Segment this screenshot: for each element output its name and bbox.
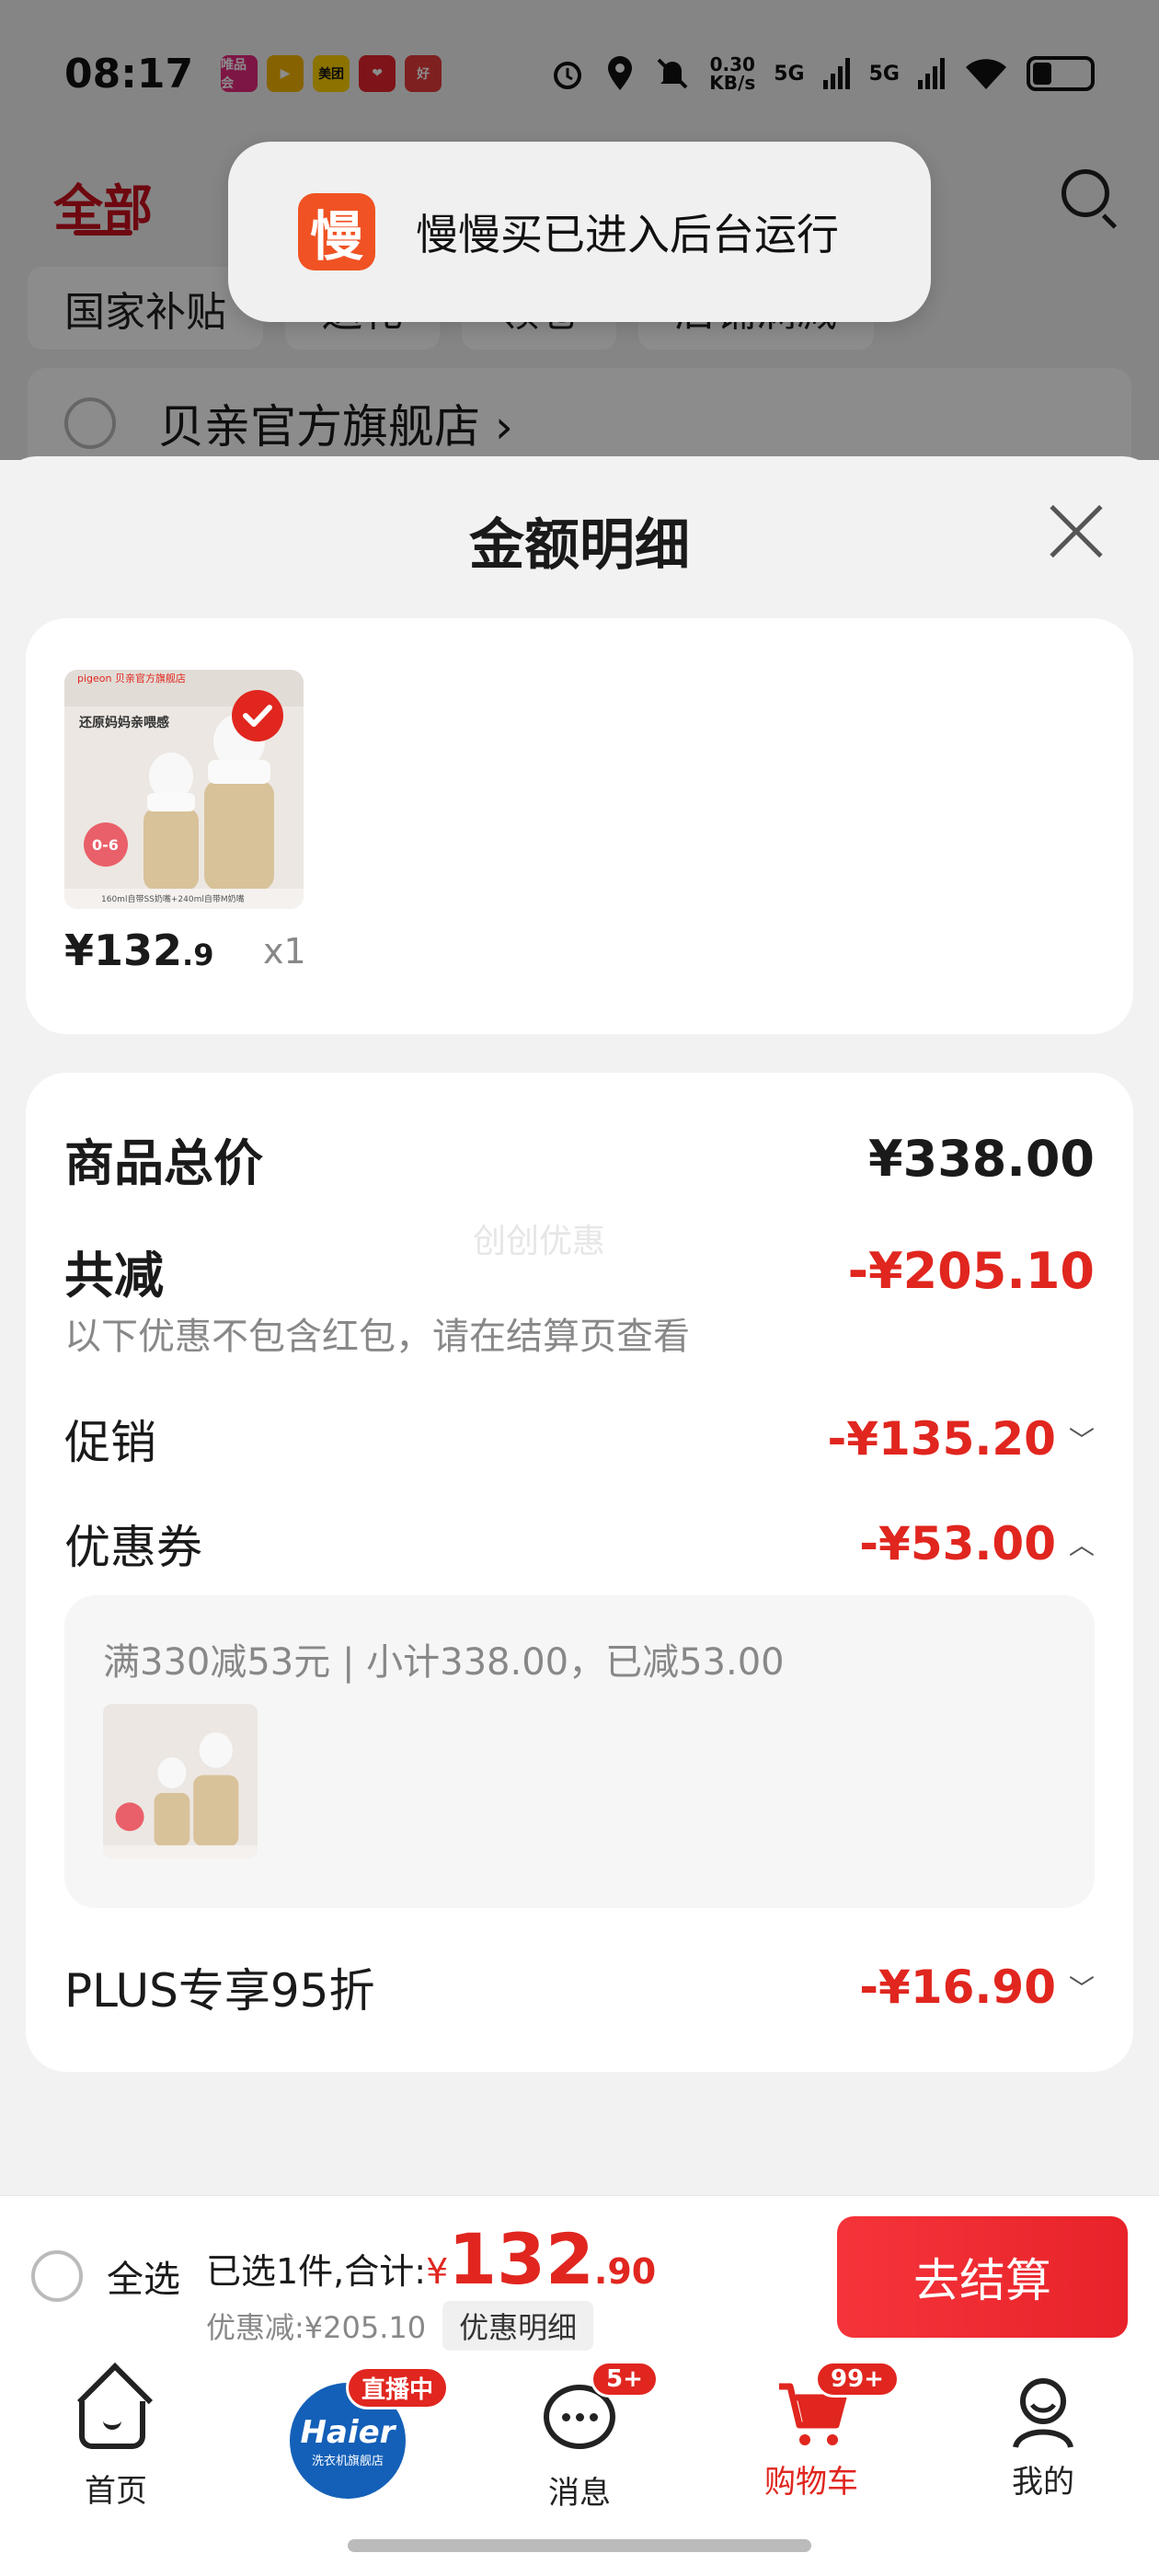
tab-cart-label: 购物车 — [764, 2464, 858, 2501]
tab-home[interactable]: 首页 — [0, 2355, 232, 2576]
selected-count-text: 已选1件,合计: — [206, 2251, 427, 2292]
live-sub: 洗衣机旗舰店 — [311, 2454, 384, 2468]
select-all[interactable]: 全选 — [31, 2249, 180, 2303]
product-thumbnail[interactable]: pigeon 贝亲官方旗舰店 还原妈妈亲喂感 0-6 160ml自带SS奶嘴+2… — [64, 670, 304, 909]
chevron-up-icon[interactable]: ︿ — [1069, 1525, 1095, 1562]
total-discount-label: 共减 — [64, 1247, 164, 1305]
discount-detail-button[interactable]: 优惠明细 — [442, 2301, 594, 2351]
background-run-toast: 慢 慢慢买已进入后台运行 — [228, 142, 931, 322]
product-caption: 160ml自带SS奶嘴+240ml自带M奶嘴 — [101, 893, 245, 904]
total-currency: ¥ — [426, 2251, 449, 2292]
product-brand: pigeon 贝亲官方旗舰店 — [77, 672, 186, 684]
checkout-bar: 全选 已选1件,合计: ¥ 132 .90 优惠减:¥205.10 优惠明细 去… — [0, 2195, 1159, 2355]
coupon-label: 优惠券 — [64, 1521, 202, 1574]
baby-bottle-small-image — [103, 1704, 258, 1858]
tab-home-label: 首页 — [85, 2473, 147, 2510]
price-detail-card: 商品总价 ¥338.00 创创优惠 共减 -¥205.10 以下优惠不包含红包，… — [26, 1073, 1133, 2072]
coupon-product-thumbnail — [103, 1704, 258, 1858]
coupon-value: -¥53.00 — [859, 1517, 1056, 1570]
total-amount-dec: .90 — [593, 2251, 657, 2292]
total-price-row: 商品总价 ¥338.00 — [64, 1122, 1095, 1195]
coupon-detail-box: 满330减53元 | 小计338.00，已减53.00 — [64, 1595, 1095, 1908]
total-discount-value: -¥205.10 — [847, 1242, 1095, 1300]
live-badge: 直播中 — [346, 2366, 450, 2409]
plus-discount-label: PLUS专享95折 — [64, 1964, 375, 2018]
product-price-int: ¥132 — [64, 926, 183, 975]
close-icon[interactable] — [1045, 502, 1104, 561]
select-all-radio[interactable] — [31, 2250, 83, 2302]
coupon-detail-text: 满330减53元 | 小计338.00，已减53.00 — [103, 1641, 785, 1684]
total-line: 已选1件,合计: ¥ 132 .90 — [206, 2218, 656, 2300]
total-discount-row: 共减 -¥205.10 — [64, 1235, 1095, 1307]
manmanmai-logo-icon: 慢 — [298, 193, 375, 270]
cart-badge: 99+ — [815, 2361, 900, 2398]
baby-bottle-image: pigeon 贝亲官方旗舰店 还原妈妈亲喂感 0-6 160ml自带SS奶嘴+2… — [64, 670, 304, 909]
home-indicator[interactable] — [348, 2539, 811, 2552]
promo-value: -¥135.20 — [827, 1412, 1056, 1466]
plus-discount-row[interactable]: PLUS专享95折 -¥16.90 ﹀ — [64, 1954, 1095, 2020]
total-amount-int: 132 — [448, 2218, 594, 2300]
product-quantity: x1 — [263, 931, 306, 972]
discount-line: 优惠减:¥205.10 优惠明细 — [206, 2301, 594, 2351]
tab-messages-label: 消息 — [548, 2475, 611, 2512]
product-price-dec: .9 — [182, 937, 214, 972]
tab-me-label: 我的 — [1012, 2464, 1074, 2501]
items-card: pigeon 贝亲官方旗舰店 还原妈妈亲喂感 0-6 160ml自带SS奶嘴+2… — [26, 618, 1133, 1034]
total-price-label: 商品总价 — [64, 1134, 263, 1192]
promo-label: 促销 — [64, 1416, 156, 1469]
chevron-down-icon[interactable]: ﹀ — [1069, 1969, 1095, 2006]
promo-row[interactable]: 促销 -¥135.20 ﹀ — [64, 1406, 1095, 1472]
product-thumb-text: 还原妈妈亲喂感 — [78, 715, 169, 730]
select-all-label[interactable]: 全选 — [107, 2249, 180, 2303]
discount-amount-text: 优惠减:¥205.10 — [206, 2310, 427, 2345]
tab-me[interactable]: 我的 — [927, 2355, 1159, 2576]
product-age-badge: 0-6 — [92, 836, 119, 854]
live-brand: Haier — [300, 2413, 396, 2451]
plus-discount-value: -¥16.90 — [859, 1961, 1056, 2014]
discount-note: 以下优惠不包含红包，请在结算页查看 — [64, 1316, 690, 1358]
user-icon — [1013, 2378, 1073, 2449]
product-price: ¥132.9 — [64, 926, 213, 975]
home-icon — [79, 2375, 153, 2449]
checkout-button[interactable]: 去结算 — [837, 2216, 1128, 2338]
sheet-title: 金额明细 — [469, 513, 690, 578]
total-price-value: ¥338.00 — [868, 1130, 1095, 1188]
toast-text: 慢慢买已进入后台运行 — [416, 210, 839, 259]
coupon-row[interactable]: 优惠券 -¥53.00 ︿ — [64, 1511, 1095, 1577]
chevron-down-icon[interactable]: ﹀ — [1069, 1420, 1095, 1457]
messages-badge: 5+ — [591, 2361, 659, 2398]
